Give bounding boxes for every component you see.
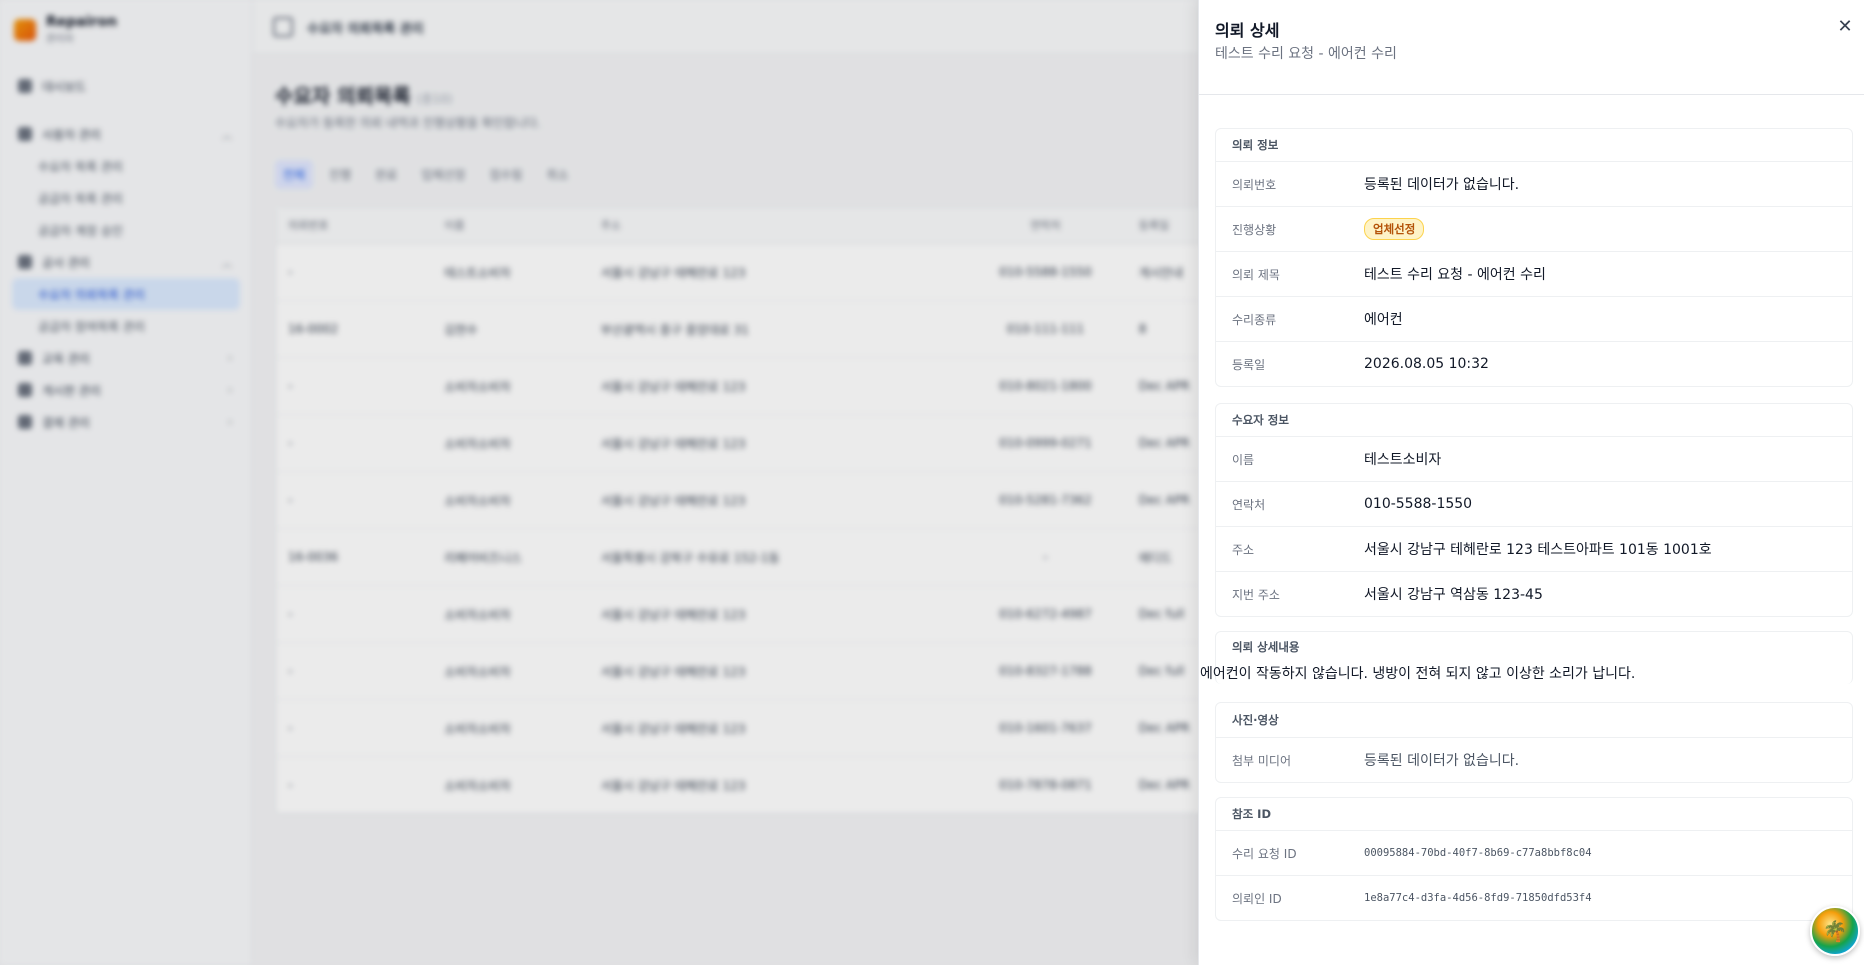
row-label: 첨부 미디어 [1232, 753, 1292, 768]
customer-info-card: 수요자 정보 이름 테스트소비자 연락처 010-5588-1550 주소 서울시 강… [1215, 403, 1853, 617]
info-row: 지번 주소 서울시 강남구 역삼동 123-45 [1216, 572, 1852, 616]
row-value: 서울시 강남구 역삼동 123-45 [1364, 587, 1543, 603]
info-row: 진행상황 업체선정 [1216, 207, 1852, 252]
palm-tree-icon: 🌴 [1822, 919, 1848, 943]
info-row: 수리종류 에어컨 [1216, 297, 1852, 342]
row-value: 등록된 데이터가 없습니다. [1364, 177, 1520, 193]
request-detail-card: 의뢰 상세내용 에어컨이 작동하지 않습니다. 냉방이 전혀 되지 않고 이상한… [1200, 631, 1853, 684]
row-label: 연락처 [1232, 497, 1266, 512]
info-row: 첨부 미디어 등록된 데이터가 없습니다. [1216, 738, 1852, 782]
request-detail-drawer: 의뢰 상세 테스트 수리 요청 - 에어컨 수리 ✕ 의뢰 정보 의뢰번호등록된… [1198, 0, 1864, 965]
row-value: 등록된 데이터가 없습니다. [1364, 753, 1520, 769]
info-row: 주소 서울시 강남구 테헤란로 123 테스트아파트 101동 1001호 [1216, 527, 1852, 572]
info-row: 연락처 010-5588-1550 [1216, 482, 1852, 527]
info-row: 이름 테스트소비자 [1216, 437, 1852, 482]
row-value: 테스트소비자 [1364, 452, 1442, 468]
info-row: 의뢰번호 등록된 데이터가 없습니다. [1216, 162, 1852, 207]
info-row: 등록일 2026.08.05 10:32 [1216, 342, 1852, 386]
row-label: 이름 [1232, 452, 1255, 467]
row-label: 지번 주소 [1232, 587, 1280, 602]
drawer-title: 의뢰 상세 [1215, 21, 1280, 40]
media-card: 사진·영상 첨부 미디어 등록된 데이터가 없습니다. [1215, 702, 1853, 783]
request-info-card: 의뢰 정보 의뢰번호 등록된 데이터가 없습니다. 진행상황 업체선정 의뢰 제목 테… [1215, 128, 1853, 387]
close-icon[interactable]: ✕ [1833, 14, 1857, 38]
row-label: 주소 [1232, 542, 1255, 557]
row-value: 에어컨 [1364, 312, 1403, 328]
row-label: 의뢰번호 [1232, 177, 1277, 192]
drawer-subtitle: 테스트 수리 요청 - 에어컨 수리 [1215, 46, 1397, 62]
repair-request-id[interactable]: 00095884-70bd-40f7-8b69-c77a8bbf8c04 [1364, 847, 1592, 859]
info-row: 의뢰 제목 테스트 수리 요청 - 에어컨 수리 [1216, 252, 1852, 297]
card-heading: 수요자 정보 [1216, 404, 1852, 437]
row-label: 등록일 [1232, 357, 1266, 372]
row-value: 010-5588-1550 [1364, 496, 1473, 512]
card-heading: 참조 ID [1216, 798, 1852, 831]
row-value: 테스트 수리 요청 - 에어컨 수리 [1364, 267, 1546, 283]
request-detail-text: 에어컨이 작동하지 않습니다. 냉방이 전혀 되지 않고 이상한 소리가 납니다… [1200, 666, 1636, 682]
card-heading: 의뢰 정보 [1216, 129, 1852, 162]
row-label: 진행상황 [1232, 222, 1277, 237]
info-row: 의뢰인 ID 1e8a77c4-d3fa-4d56-8fd9-71850dfd53… [1216, 876, 1852, 920]
card-heading: 의뢰 상세내용 [1232, 640, 1300, 654]
row-label: 의뢰 제목 [1232, 267, 1280, 282]
requester-id[interactable]: 1e8a77c4-d3fa-4d56-8fd9-71850dfd53f4 [1364, 892, 1592, 904]
row-label: 수리 요청 ID [1232, 846, 1297, 861]
row-value: 서울시 강남구 테헤란로 123 테스트아파트 101동 1001호 [1364, 542, 1712, 558]
row-value: 2026.08.05 10:32 [1364, 356, 1489, 372]
drawer-header: 의뢰 상세 테스트 수리 요청 - 에어컨 수리 ✕ [1199, 0, 1864, 95]
modal-backdrop[interactable] [0, 0, 1198, 965]
status-badge: 업체선정 [1364, 218, 1425, 240]
row-label: 수리종류 [1232, 312, 1277, 327]
assistant-avatar-button[interactable]: 🌴 [1810, 906, 1860, 956]
row-label: 의뢰인 ID [1232, 891, 1282, 906]
reference-card: 참조 ID 수리 요청 ID 00095884-70bd-40f7-8b69-c7… [1215, 797, 1853, 921]
info-row: 수리 요청 ID 00095884-70bd-40f7-8b69-c77a8bbf… [1216, 831, 1852, 876]
card-heading: 사진·영상 [1216, 703, 1852, 738]
